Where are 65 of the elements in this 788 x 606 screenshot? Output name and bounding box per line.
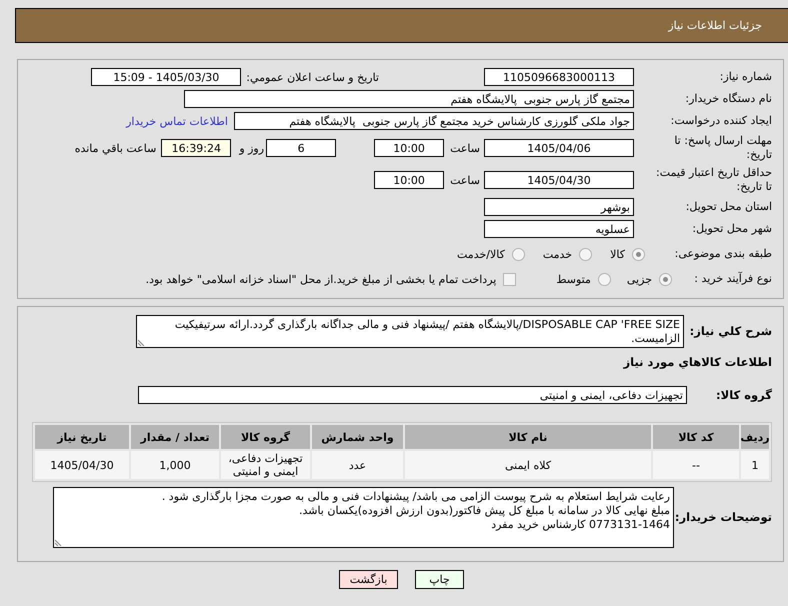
column-header: تاریخ نیاز (35, 425, 129, 449)
need-number-field[interactable]: 1105096683000113 (484, 68, 634, 86)
field-label: تاریخ و ساعت اعلان عمومي: (246, 70, 379, 84)
table-cell: 1,000 (131, 451, 219, 479)
radio-button[interactable] (632, 248, 645, 260)
province-field[interactable]: بوشهر (484, 198, 634, 216)
field-label: ساعت باقي مانده (74, 142, 156, 154)
field-label: شرح کلي نیاز: (690, 324, 772, 338)
validity-date-field[interactable]: 1405/04/30 (484, 171, 634, 189)
radio-button[interactable] (659, 272, 672, 286)
description-field[interactable]: DISPOSABLE CAP 'FREE SIZE/پالایشگاه هفتم /پیشنهاد فنی و مالی جداگانه بارگذاری گردد.ارائه سرتیفیکیت الزامیست. (136, 314, 684, 348)
goods-group-field[interactable]: تجهیزات دفاعی، ایمنی و امنیتی (138, 386, 687, 404)
buyer-contact-link[interactable]: اطلاعات تماس خریدار (126, 114, 228, 128)
field-label: ایجاد کننده درخواست: (670, 114, 772, 127)
option-label: خدمت (542, 248, 572, 260)
resize-handle-icon[interactable] (138, 338, 145, 346)
deadline-date-field[interactable]: 1405/04/06 (484, 139, 634, 157)
option-label: کالا (610, 248, 625, 260)
field-label: حداقل تاریخ اعتبار قیمت: تا تاریخ: (656, 166, 772, 193)
field-label: شماره نیاز: (720, 70, 772, 83)
requester-field[interactable]: جواد ملکی گلورزی کارشناس خرید مجتمع گاز پارس جنوبی پالایشگاه هفتم (234, 112, 634, 130)
print-button[interactable]: چاپ (415, 570, 464, 589)
column-header: ردیف (741, 425, 769, 449)
column-header: نام کالا (405, 425, 651, 449)
table-cell: عدد (312, 451, 403, 479)
days-field[interactable]: 6 (266, 139, 336, 157)
table-cell: تجهیزات دفاعی، ایمنی و امنیتی (221, 451, 310, 479)
checkbox-label: پرداخت تمام یا بخشی از مبلغ خرید.از محل "اسناد خزانه اسلامی" خواهد بود. (146, 272, 496, 286)
table-cell: 1 (741, 451, 769, 479)
radio-button[interactable] (512, 248, 525, 260)
page-title: جزئیات اطلاعات نیاز (668, 19, 762, 32)
deadline-time-field[interactable]: 10:00 (374, 139, 444, 157)
field-label: شهر محل تحویل: (692, 222, 772, 235)
table-cell: 1405/04/30 (35, 451, 129, 479)
column-header: واحد شمارش (312, 425, 403, 449)
checkbox[interactable] (503, 272, 516, 286)
field-label: گروه کالا: (716, 388, 772, 402)
field-label: نام دستگاه خریدار: (685, 92, 772, 105)
radio-button[interactable] (579, 248, 592, 260)
field-label: طبقه بندی موضوعی: (674, 247, 772, 260)
column-header: گروه کالا (221, 425, 310, 449)
validity-time-field[interactable]: 10:00 (374, 171, 444, 189)
field-label: ساعت (450, 174, 480, 186)
table-cell: -- (653, 451, 739, 479)
field-label: توضیحات خریدار: (674, 510, 772, 524)
radio-button[interactable] (598, 272, 611, 286)
column-header: کد کالا (653, 425, 739, 449)
buyer-notes-field[interactable]: رعایت شرایط استعلام به شرح پیوست الزامی می باشد/ پیشنهادات فنی و مالی به صورت مجزا بارگذاری شود . مبلغ نهایی کالا در سامانه با مبلغ کل پیش فاکتور(بدون ارزش افزوده)یکسان باشد. 0773131-1464 کارشناس خرید مفرد (53, 487, 674, 548)
option-label: متوسط (556, 272, 591, 286)
field-label: ساعت (450, 142, 480, 154)
field-label: روز و (239, 142, 264, 154)
section-title: اطلاعات کالاهاي مورد نیاز (624, 355, 772, 369)
field-label: استان محل تحویل: (686, 200, 772, 213)
remaining-time-field[interactable]: 16:39:24 (161, 139, 232, 157)
option-label: جزیی (626, 272, 652, 286)
back-button[interactable]: بازگشت (339, 570, 398, 589)
option-label: کالا/خدمت (457, 248, 505, 260)
column-header: تعداد / مقدار (131, 425, 219, 449)
table-cell: کلاه ایمنی (405, 451, 651, 479)
field-label: مهلت ارسال پاسخ: تا تاریخ: (674, 134, 772, 161)
city-field[interactable]: عسلویه (484, 220, 634, 238)
field-label: نوع فرآیند خرید : (694, 272, 772, 285)
announcement-date-field[interactable]: 1405/03/30 - 15:09 (91, 68, 242, 86)
resize-handle-icon[interactable] (55, 539, 62, 546)
buyer-org-field[interactable]: مجتمع گاز پارس جنوبی پالایشگاه هفتم (184, 90, 634, 108)
